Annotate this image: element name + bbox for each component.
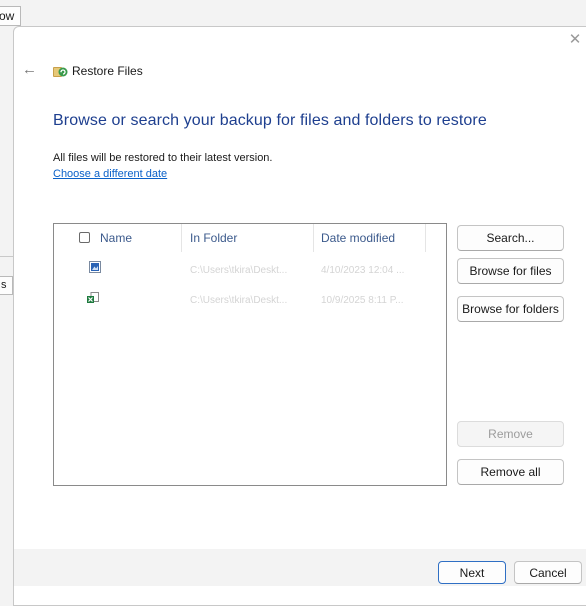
search-button[interactable]: Search... bbox=[457, 225, 564, 251]
background-button-label: ow bbox=[0, 9, 15, 23]
row-date[interactable]: 10/9/2025 8:11 P... bbox=[321, 295, 403, 306]
column-header-name[interactable]: Name bbox=[100, 231, 132, 245]
column-header-folder[interactable]: In Folder bbox=[190, 231, 237, 245]
background-divider bbox=[0, 256, 14, 257]
dialog-title: Restore Files bbox=[72, 64, 143, 78]
close-icon[interactable]: ✕ bbox=[568, 32, 582, 47]
background-window-fragment: s bbox=[0, 276, 13, 295]
image-file-icon[interactable] bbox=[89, 261, 101, 273]
row-date[interactable]: 4/10/2023 12:04 ... bbox=[321, 265, 404, 276]
column-separator[interactable] bbox=[181, 224, 182, 252]
choose-date-link[interactable]: Choose a different date bbox=[53, 168, 167, 180]
back-arrow-icon[interactable]: ← bbox=[22, 62, 37, 78]
browse-files-button[interactable]: Browse for files bbox=[457, 258, 564, 284]
info-text: All files will be restored to their late… bbox=[53, 152, 273, 164]
row-folder[interactable]: C:\Users\tkira\Deskt... bbox=[190, 295, 287, 306]
remove-all-button[interactable]: Remove all bbox=[457, 459, 564, 485]
select-all-checkbox[interactable] bbox=[79, 232, 90, 243]
background-window-button: ow bbox=[0, 6, 21, 26]
excel-file-icon[interactable] bbox=[87, 292, 99, 304]
page-heading: Browse or search your backup for files a… bbox=[53, 112, 487, 129]
row-folder[interactable]: C:\Users\tkira\Deskt... bbox=[190, 265, 287, 276]
browse-folders-button[interactable]: Browse for folders bbox=[457, 296, 564, 322]
column-separator[interactable] bbox=[425, 224, 426, 252]
column-header-date[interactable]: Date modified bbox=[321, 231, 395, 245]
file-list[interactable]: Name In Folder Date modified C:\Users\tk… bbox=[53, 223, 447, 486]
cancel-button[interactable]: Cancel bbox=[514, 561, 582, 584]
next-button[interactable]: Next bbox=[438, 561, 506, 584]
remove-button[interactable]: Remove bbox=[457, 421, 564, 447]
background-fragment-label: s bbox=[1, 279, 7, 291]
column-separator[interactable] bbox=[313, 224, 314, 252]
restore-files-icon bbox=[53, 67, 68, 77]
